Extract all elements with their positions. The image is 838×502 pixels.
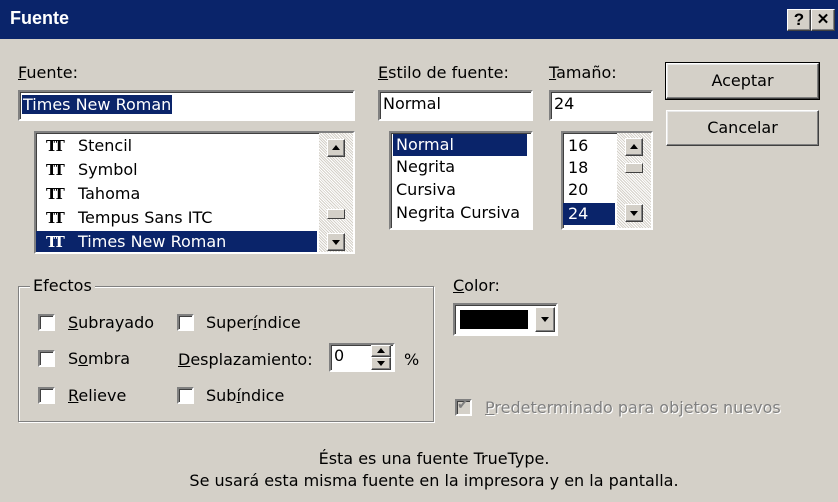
list-item-selected[interactable]: 24 [563, 203, 615, 225]
shadow-checkbox[interactable] [38, 350, 55, 367]
info-line-1: Ésta es una fuente TrueType. [318, 449, 550, 468]
truetype-icon: TT [46, 161, 65, 179]
color-swatch [460, 310, 528, 329]
size-listbox[interactable]: 16 18 20 24 [561, 131, 653, 230]
list-item[interactable]: TT Symbol [38, 159, 318, 183]
truetype-icon: TT [46, 209, 65, 227]
chevron-down-icon [541, 317, 549, 322]
default-label: Predeterminado para objetos nuevos [485, 398, 781, 417]
title-bar [0, 0, 838, 39]
arrow-up-icon [332, 145, 340, 150]
superscript-label: Superíndice [206, 313, 301, 332]
arrow-down-icon [332, 240, 340, 245]
truetype-icon: TT [46, 137, 65, 155]
style-listbox[interactable]: Normal Negrita Cursiva Negrita Cursiva [389, 131, 533, 230]
font-style-value: Normal [383, 94, 441, 113]
dropdown-button[interactable] [535, 307, 555, 332]
cancel-button[interactable]: Cancelar [666, 110, 819, 146]
list-item[interactable]: TT Tempus Sans ITC [38, 207, 318, 231]
spin-up-button[interactable] [371, 345, 391, 357]
arrow-down-icon [630, 211, 638, 216]
arrow-up-icon [630, 144, 638, 149]
font-style-field[interactable]: Normal [378, 90, 533, 121]
window-title: Fuente [10, 8, 70, 28]
accept-button[interactable]: Aceptar [665, 62, 820, 100]
truetype-icon: TT [46, 233, 65, 251]
font-name-field[interactable]: Times New Roman [18, 90, 355, 121]
offset-label: Desplazamiento: [178, 350, 313, 369]
font-name-value: Times New Roman [22, 95, 173, 114]
list-item-selected[interactable]: Normal [393, 134, 527, 156]
size-label: Tamaño: [549, 63, 617, 82]
scroll-down-button[interactable] [625, 204, 643, 222]
relief-label: Relieve [68, 386, 127, 405]
relief-checkbox[interactable] [38, 387, 55, 404]
font-size-value: 24 [554, 94, 575, 113]
list-item[interactable]: TT Stencil [38, 135, 318, 159]
shadow-label: Sombra [68, 349, 131, 368]
offset-unit: % [404, 350, 420, 369]
spin-down-button[interactable] [371, 357, 391, 370]
underline-label: Subrayado [68, 313, 155, 332]
color-label: Color: [453, 276, 500, 295]
help-button[interactable]: ? [787, 9, 811, 31]
truetype-icon: TT [46, 185, 65, 203]
scroll-up-button[interactable] [327, 139, 345, 157]
offset-value: 0 [334, 346, 345, 365]
font-listbox[interactable]: TT Stencil TT Symbol TT Tahoma TT Tempus… [34, 131, 355, 254]
subscript-label: Subíndice [206, 386, 285, 405]
style-label: Estilo de fuente: [378, 63, 509, 82]
scroll-thumb[interactable] [625, 163, 643, 173]
color-dropdown[interactable] [453, 303, 558, 336]
underline-checkbox[interactable] [38, 314, 55, 331]
arrow-down-icon [377, 361, 385, 366]
font-label: Fuente: [18, 63, 78, 82]
arrow-up-icon [377, 348, 385, 353]
list-item-selected[interactable]: TT Times New Roman [36, 231, 317, 252]
offset-spinbox[interactable]: 0 [329, 343, 395, 372]
list-item[interactable]: TT Tahoma [38, 183, 318, 207]
info-line-2: Se usará esta misma fuente en la impreso… [189, 471, 679, 490]
superscript-checkbox[interactable] [177, 314, 194, 331]
scroll-up-button[interactable] [625, 138, 643, 156]
subscript-checkbox[interactable] [177, 387, 194, 404]
scroll-down-button[interactable] [327, 233, 345, 251]
effects-label: Efectos [30, 276, 95, 295]
scroll-thumb[interactable] [327, 209, 345, 219]
default-checkbox[interactable] [455, 397, 472, 416]
font-size-field[interactable]: 24 [549, 90, 653, 121]
close-button[interactable]: ✕ [811, 9, 835, 31]
